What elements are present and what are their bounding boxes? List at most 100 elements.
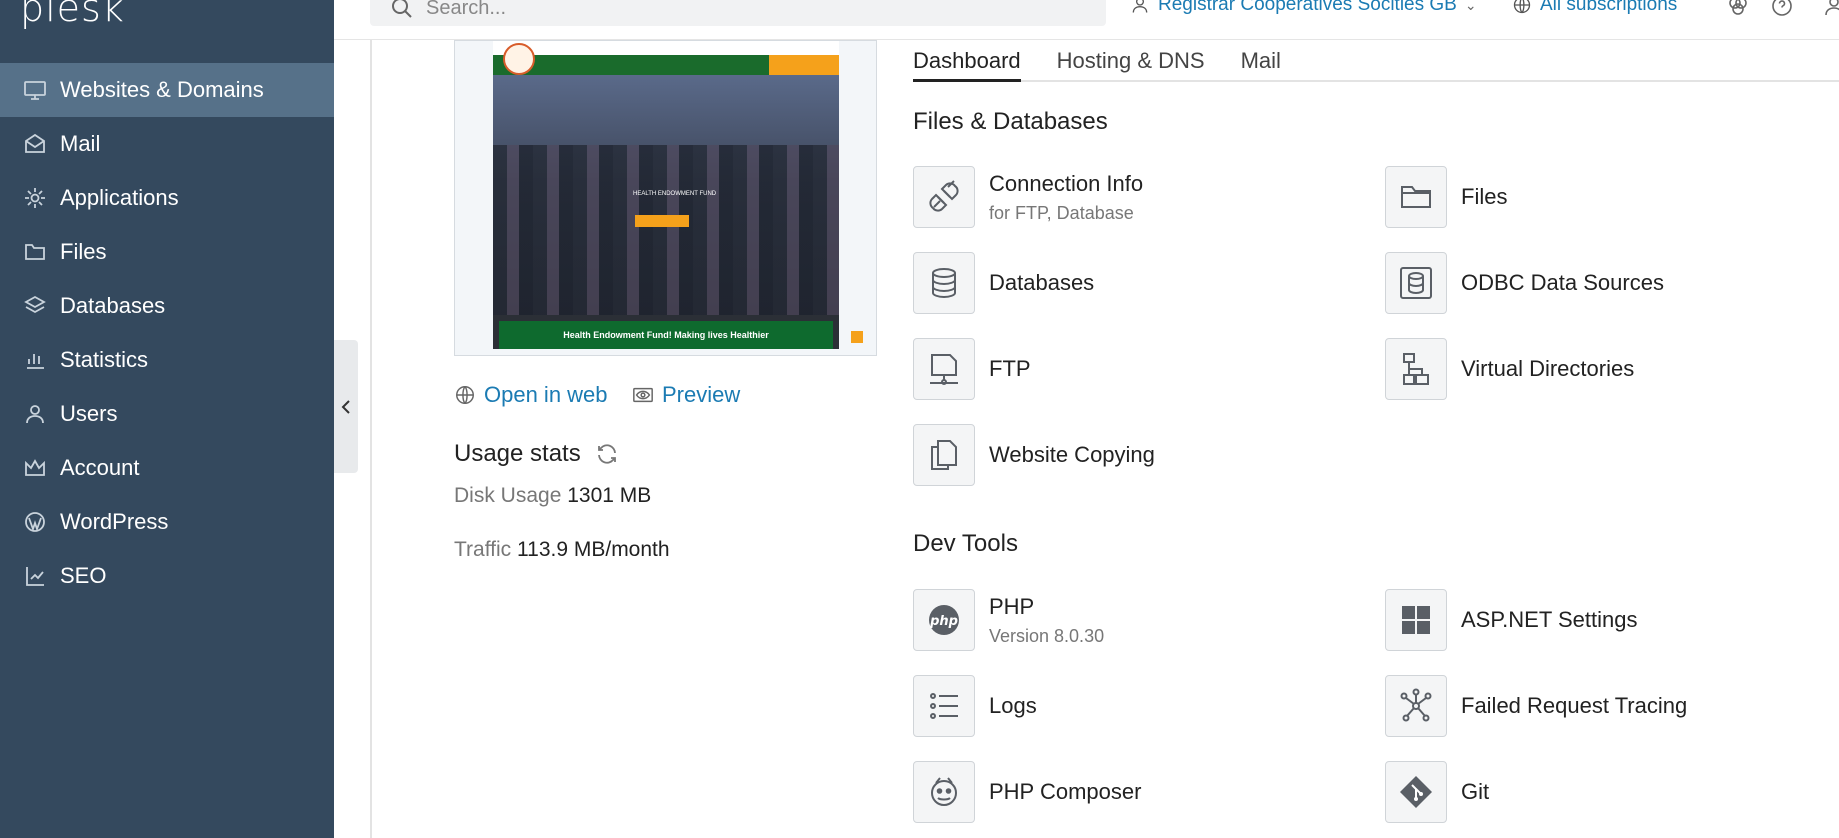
layers-icon	[22, 293, 48, 319]
tool-name: ASP.NET Settings	[1461, 607, 1638, 632]
traffic-stat: Traffic 113.9 MB/month	[454, 538, 670, 562]
registrar-label: Registrar Cooperatives Socities GB	[1158, 0, 1457, 15]
registrar-dropdown[interactable]: Registrar Cooperatives Socities GB ⌄	[1130, 0, 1477, 16]
usage-title-text: Usage stats	[454, 440, 581, 467]
plug-icon	[913, 166, 975, 228]
globe-icon	[1513, 0, 1531, 14]
folder-icon	[1385, 166, 1447, 228]
sidebar-nav: Websites & Domains Mail Applications Fil…	[0, 63, 334, 603]
tab-dashboard[interactable]: Dashboard	[913, 44, 1021, 82]
php-tool[interactable]: php PHP Version 8.0.30	[913, 589, 1104, 651]
wordpress-icon	[22, 509, 48, 535]
preview-label: Preview	[662, 382, 741, 407]
site-logo	[503, 43, 535, 75]
divider	[370, 40, 372, 838]
odbc-data-sources-tool[interactable]: ODBC Data Sources	[1385, 252, 1664, 314]
website-preview[interactable]: HEALTH ENDOWMENT FUND Health Endowment F…	[454, 40, 877, 356]
sidebar-item-statistics[interactable]: Statistics	[0, 333, 334, 387]
traffic-value: 113.9 MB/month	[517, 538, 670, 561]
failed-request-tracing-tool[interactable]: Failed Request Tracing	[1385, 675, 1687, 737]
tab-mail[interactable]: Mail	[1241, 44, 1281, 82]
mail-icon	[22, 131, 48, 157]
sidebar-item-account[interactable]: Account	[0, 441, 334, 495]
traffic-label: Traffic	[454, 538, 512, 561]
site-button	[635, 215, 689, 227]
git-icon	[1385, 761, 1447, 823]
asp-net-settings-tool[interactable]: ASP.NET Settings	[1385, 589, 1638, 651]
tool-name: FTP	[989, 356, 1031, 381]
git-tool[interactable]: Git	[1385, 761, 1489, 823]
search-input[interactable]: Search...	[370, 0, 1106, 26]
sidebar-item-label: Mail	[60, 131, 101, 156]
sidebar-item-label: Statistics	[60, 347, 149, 372]
usage-stats-title: Usage stats	[454, 440, 619, 468]
refresh-icon[interactable]	[595, 442, 619, 466]
sidebar: plesk Websites & Domains Mail Applicatio…	[0, 0, 334, 838]
connection-info-tool[interactable]: Connection Info for FTP, Database	[913, 166, 1143, 228]
sidebar-item-label: WordPress	[60, 509, 169, 534]
virtual-directories-tool[interactable]: Virtual Directories	[1385, 338, 1634, 400]
user-menu-icon[interactable]	[1822, 0, 1839, 18]
sidebar-item-files[interactable]: Files	[0, 225, 334, 279]
list-icon	[913, 675, 975, 737]
subscriptions-label: All subscriptions	[1540, 0, 1678, 15]
sidebar-item-label: Users	[60, 401, 118, 426]
preview-link[interactable]: Preview	[632, 382, 740, 408]
search-placeholder: Search...	[426, 0, 507, 19]
network-icon	[1385, 675, 1447, 737]
chevron-left-icon	[341, 399, 350, 414]
tool-sub: for FTP, Database	[989, 202, 1134, 223]
all-subscriptions-link[interactable]: All subscriptions	[1512, 0, 1677, 16]
monitor-icon	[22, 77, 48, 103]
gear-icon	[22, 185, 48, 211]
tab-bar: Dashboard Hosting & DNS Mail	[913, 44, 1839, 82]
sidebar-item-websites-domains[interactable]: Websites & Domains	[0, 63, 334, 117]
tool-name: Connection Info	[989, 170, 1144, 196]
files-tool[interactable]: Files	[1385, 166, 1507, 228]
bar-chart-icon	[22, 347, 48, 373]
sidebar-item-mail[interactable]: Mail	[0, 117, 334, 171]
plesk-logo[interactable]: plesk	[20, 0, 125, 30]
tool-name: Virtual Directories	[1461, 356, 1635, 381]
ftp-icon	[913, 338, 975, 400]
open-in-web-link[interactable]: Open in web	[454, 382, 608, 408]
sidebar-item-label: Applications	[60, 185, 179, 210]
dev-tools-heading: Dev Tools	[913, 530, 1018, 557]
tool-name: PHP	[989, 593, 1035, 619]
php-composer-tool[interactable]: PHP Composer	[913, 761, 1141, 823]
globe-icon	[456, 386, 474, 404]
sidebar-item-users[interactable]: Users	[0, 387, 334, 441]
tool-name: ODBC Data Sources	[1461, 270, 1664, 295]
tool-name: Databases	[989, 270, 1095, 295]
folder-icon	[22, 239, 48, 265]
open-in-web-label: Open in web	[484, 382, 608, 407]
eye-icon	[633, 387, 653, 403]
sidebar-item-label: Websites & Domains	[60, 77, 264, 102]
tab-hosting-dns[interactable]: Hosting & DNS	[1057, 44, 1205, 82]
sidebar-item-wordpress[interactable]: WordPress	[0, 495, 334, 549]
extensions-icon[interactable]	[1726, 0, 1750, 18]
site-nav-bar	[493, 55, 839, 75]
help-icon[interactable]	[1770, 0, 1794, 18]
user-icon	[22, 401, 48, 427]
logs-tool[interactable]: Logs	[913, 675, 1037, 737]
tool-name: Website Copying	[989, 442, 1155, 467]
sidebar-item-label: SEO	[60, 563, 107, 588]
orange-marker	[851, 331, 863, 343]
svg-text:php: php	[929, 614, 958, 629]
copy-icon	[913, 424, 975, 486]
sidebar-item-seo[interactable]: SEO	[0, 549, 334, 603]
tool-name: Logs	[989, 693, 1037, 718]
crown-icon	[22, 455, 48, 481]
sidebar-item-label: Account	[60, 455, 140, 480]
tool-name: Failed Request Tracing	[1461, 693, 1688, 718]
sidebar-collapse-toggle[interactable]	[334, 340, 358, 473]
databases-tool[interactable]: Databases	[913, 252, 1094, 314]
sidebar-item-databases[interactable]: Databases	[0, 279, 334, 333]
website-copying-tool[interactable]: Website Copying	[913, 424, 1155, 486]
disk-usage-value: 1301 MB	[567, 484, 652, 507]
tool-sub: Version 8.0.30	[989, 625, 1105, 646]
database-icon	[913, 252, 975, 314]
sidebar-item-applications[interactable]: Applications	[0, 171, 334, 225]
ftp-tool[interactable]: FTP	[913, 338, 1031, 400]
